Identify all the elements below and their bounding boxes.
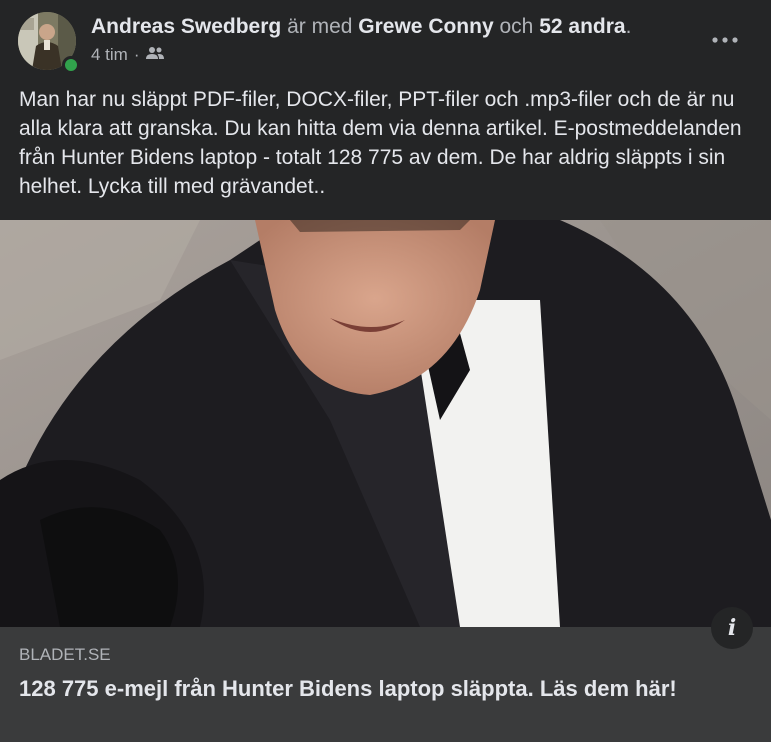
attribution-period: . <box>625 15 632 38</box>
meta-separator: · <box>133 45 140 64</box>
link-domain: BLADET.SE <box>19 645 111 664</box>
post-text: Man har nu släppt PDF-filer, DOCX-filer,… <box>19 88 742 198</box>
link-preview-footer[interactable]: BLADET.SE 128 775 e-mejl från Hunter Bid… <box>0 627 771 742</box>
tagged-person[interactable]: Grewe Conny <box>358 15 493 38</box>
header-text: Andreas Swedberg är med Grewe Conny och … <box>91 14 693 66</box>
with-text: är med <box>287 15 353 38</box>
more-options-icon[interactable] <box>705 22 745 58</box>
post-meta: 4 tim · <box>91 44 693 66</box>
post-header: Andreas Swedberg är med Grewe Conny och … <box>18 12 753 74</box>
facebook-post: Andreas Swedberg är med Grewe Conny och … <box>0 0 771 742</box>
link-title[interactable]: 128 775 e-mejl från Hunter Bidens laptop… <box>19 674 739 704</box>
link-preview-image[interactable] <box>0 220 771 627</box>
online-status-dot <box>62 56 80 74</box>
author-name[interactable]: Andreas Swedberg <box>91 15 281 38</box>
tagged-others-link[interactable]: 52 andra <box>539 15 625 38</box>
friends-icon[interactable] <box>145 44 164 66</box>
post-time[interactable]: 4 tim <box>91 44 128 66</box>
and-text: och <box>499 15 534 38</box>
info-label: i <box>727 615 737 641</box>
post-attribution: Andreas Swedberg är med Grewe Conny och … <box>91 14 693 40</box>
info-icon[interactable]: i <box>711 607 753 649</box>
